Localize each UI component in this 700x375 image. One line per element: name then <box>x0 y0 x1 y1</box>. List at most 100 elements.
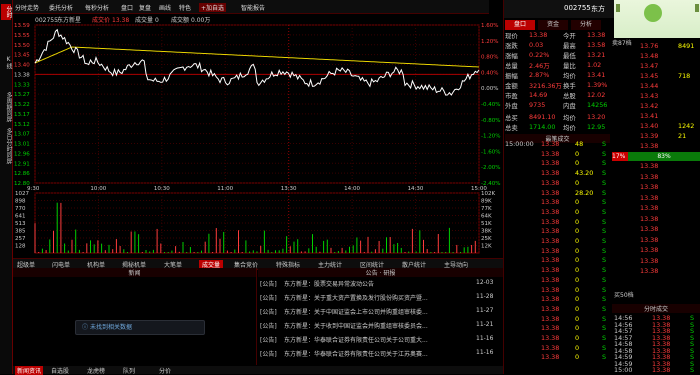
announcement-date: 11-21 <box>476 321 494 328</box>
chevron-right-icon[interactable] <box>695 4 699 12</box>
price-tick: 13.33 <box>14 82 30 88</box>
toolbar-fupan[interactable]: 复盘 <box>139 3 151 12</box>
tab-pankou[interactable]: 盘口 <box>505 20 535 30</box>
quote-label: 换手 <box>563 82 576 90</box>
quote-row: 市盈 14.69 总股 12.02 <box>505 91 610 100</box>
trade-vol: 28.20 <box>575 188 594 197</box>
trade-price: 13.38 <box>541 237 560 245</box>
toolbar-pankou[interactable]: 盘口 <box>121 3 133 12</box>
trade-row: 13.38 0 S <box>505 227 610 236</box>
book-vol: 1242 <box>678 122 695 130</box>
tab-kline[interactable]: K线 <box>1 56 12 69</box>
book-vol: 21 <box>678 132 687 140</box>
pct-tick: -2.00% <box>481 165 500 171</box>
time-label: 10:00 <box>90 186 106 192</box>
book-price: 13.38 <box>640 204 659 212</box>
quote-label: 现价 <box>505 32 518 40</box>
book-price: 13.38 <box>640 267 659 275</box>
trade-row: 13.38 0 S <box>505 315 610 324</box>
trade-price: 13.38 <box>541 207 560 216</box>
announcement-row[interactable]: [公告] 东方新星：华泰联合证券有限责任公司关于公司重大... 11-16 <box>258 335 498 347</box>
toolbar-report[interactable]: 智能报告 <box>241 3 265 12</box>
sell-book-row: 13.39 21 <box>612 132 700 141</box>
toolbar-tese[interactable]: 特色 <box>179 3 191 12</box>
trade-price: 13.38 <box>541 324 560 333</box>
quote-tabs: 盘口 资金 分析 <box>505 20 610 30</box>
vol-tick-right: 102K <box>481 191 495 197</box>
tab-fenshi[interactable]: 分时 <box>1 4 12 20</box>
ad-widget[interactable] <box>614 0 700 38</box>
trade-row: 13.38 0 S <box>505 208 610 217</box>
trade-side: S <box>602 217 607 226</box>
trade-price: 13.38 <box>541 343 560 352</box>
trade-row: 15:00:00 13.38 48 S <box>505 140 610 149</box>
info-icon: ⓘ <box>82 324 89 331</box>
announcement-row[interactable]: [公告] 东方新星：关于收到中国证监会并购重组审核委员会... 11-21 <box>258 321 498 333</box>
trade-vol: 0 <box>575 266 580 275</box>
toolbar-huaxian[interactable]: 画线 <box>159 3 171 12</box>
tab-multi-period[interactable]: 多周期同屏 <box>1 92 12 122</box>
intraday-chart[interactable]: 13.59 13.55 13.50 13.45 13.40 13.38 13.33 13.27… <box>13 13 503 258</box>
trade-price: 13.38 <box>541 169 560 178</box>
tab-fenxi[interactable]: 分析 <box>571 20 601 30</box>
trade-vol: 43.20 <box>575 169 594 178</box>
quote-label: 外盘 <box>505 102 518 110</box>
trade-vol: 0 <box>575 275 580 284</box>
trade-side: S <box>602 227 607 236</box>
tab-zijin[interactable]: 资金 <box>538 20 568 30</box>
announcement-row[interactable]: [公告] 东方新星：华泰联合证券有限责任公司关于江苏奥赛... 11-16 <box>258 349 498 361</box>
quote-label: 最低 <box>563 52 576 60</box>
sell-book-row: 13.41 <box>612 112 700 121</box>
tab-multi-day[interactable]: 多日分时同屏 <box>1 128 12 164</box>
book-price: 13.38 <box>640 162 659 170</box>
quote-label: 涨跌 <box>505 42 518 50</box>
book-price: 13.38 <box>640 214 659 223</box>
quote-value: 1.39% <box>587 81 608 89</box>
toolbar-weituo[interactable]: 委托分析 <box>49 3 73 12</box>
trade-side: S <box>602 246 607 255</box>
sell-book-row: 13.40 1242 <box>612 122 700 131</box>
announcement-row[interactable]: [公告] 东方新星：关于重大资产置换及发行股份购买资产暨... 11-28 <box>258 293 498 305</box>
fenshi-side: S <box>690 366 695 374</box>
toolbar-fenshi[interactable]: 分时走势 <box>15 3 39 12</box>
trade-side: S <box>602 198 607 207</box>
announcement-text: 东方新星：关于收到中国证监会并购重组审核委员会... <box>284 323 428 330</box>
quote-value: 13.58 <box>587 41 606 49</box>
announcement-row[interactable]: [公告] 东方新星：股票交易异常波动公告 12-03 <box>258 279 498 291</box>
chevron-left-icon[interactable] <box>616 4 620 12</box>
trade-side: S <box>602 334 607 342</box>
buy-book-row: 13.38 <box>612 173 700 182</box>
announcement-tag: [公告] <box>260 309 277 316</box>
book-price: 13.45 <box>640 72 659 80</box>
book-price: 13.47 <box>640 62 659 70</box>
trade-vol: 0 <box>575 237 580 245</box>
left-sidebar: 分时 K线 多周期同屏 多日分时同屏 <box>0 0 13 374</box>
toolbar-add-watchlist[interactable]: +加自选 <box>199 3 227 12</box>
book-price: 13.38 <box>640 256 659 265</box>
quote-label: 内盘 <box>563 102 576 110</box>
trade-price: 13.38 <box>541 314 560 323</box>
announcement-row[interactable]: [公告] 东方新星：关于中国证监会上市公司并购重组审核委... 11-27 <box>258 307 498 319</box>
quote-value: 13.41 <box>587 71 606 79</box>
announcement-tag: [公告] <box>260 295 277 302</box>
quote-row: 涨幅 0.22% 最低 13.21 <box>505 51 610 60</box>
trade-price: 13.38 <box>541 266 560 275</box>
trade-row: 13.38 0 S <box>505 305 610 314</box>
book-price: 13.38 <box>640 225 659 233</box>
book-price: 13.41 <box>640 112 659 120</box>
trade-row: 13.38 43.20 S <box>505 169 610 178</box>
price-tick: 13.22 <box>14 102 30 108</box>
vol-tick: 257 <box>15 236 26 242</box>
chart-name: 东方新星 <box>57 16 81 24</box>
quote-row: 总量 2.46万 量比 1.02 <box>505 61 610 70</box>
toolbar-meimiao[interactable]: 每秒分析 <box>85 3 109 12</box>
quote-row: 现价 13.38 今开 13.38 <box>505 31 610 40</box>
trade-side: S <box>602 314 607 323</box>
trade-price: 13.38 <box>541 256 560 265</box>
quote-row: 外盘 9735 内盘 14256 <box>505 101 610 110</box>
price-tick: 13.38 <box>14 72 30 78</box>
book-price: 13.39 <box>640 132 659 140</box>
announcement-date: 11-27 <box>476 307 494 314</box>
vol-tick: 898 <box>15 199 26 205</box>
trade-side: S <box>602 256 607 265</box>
